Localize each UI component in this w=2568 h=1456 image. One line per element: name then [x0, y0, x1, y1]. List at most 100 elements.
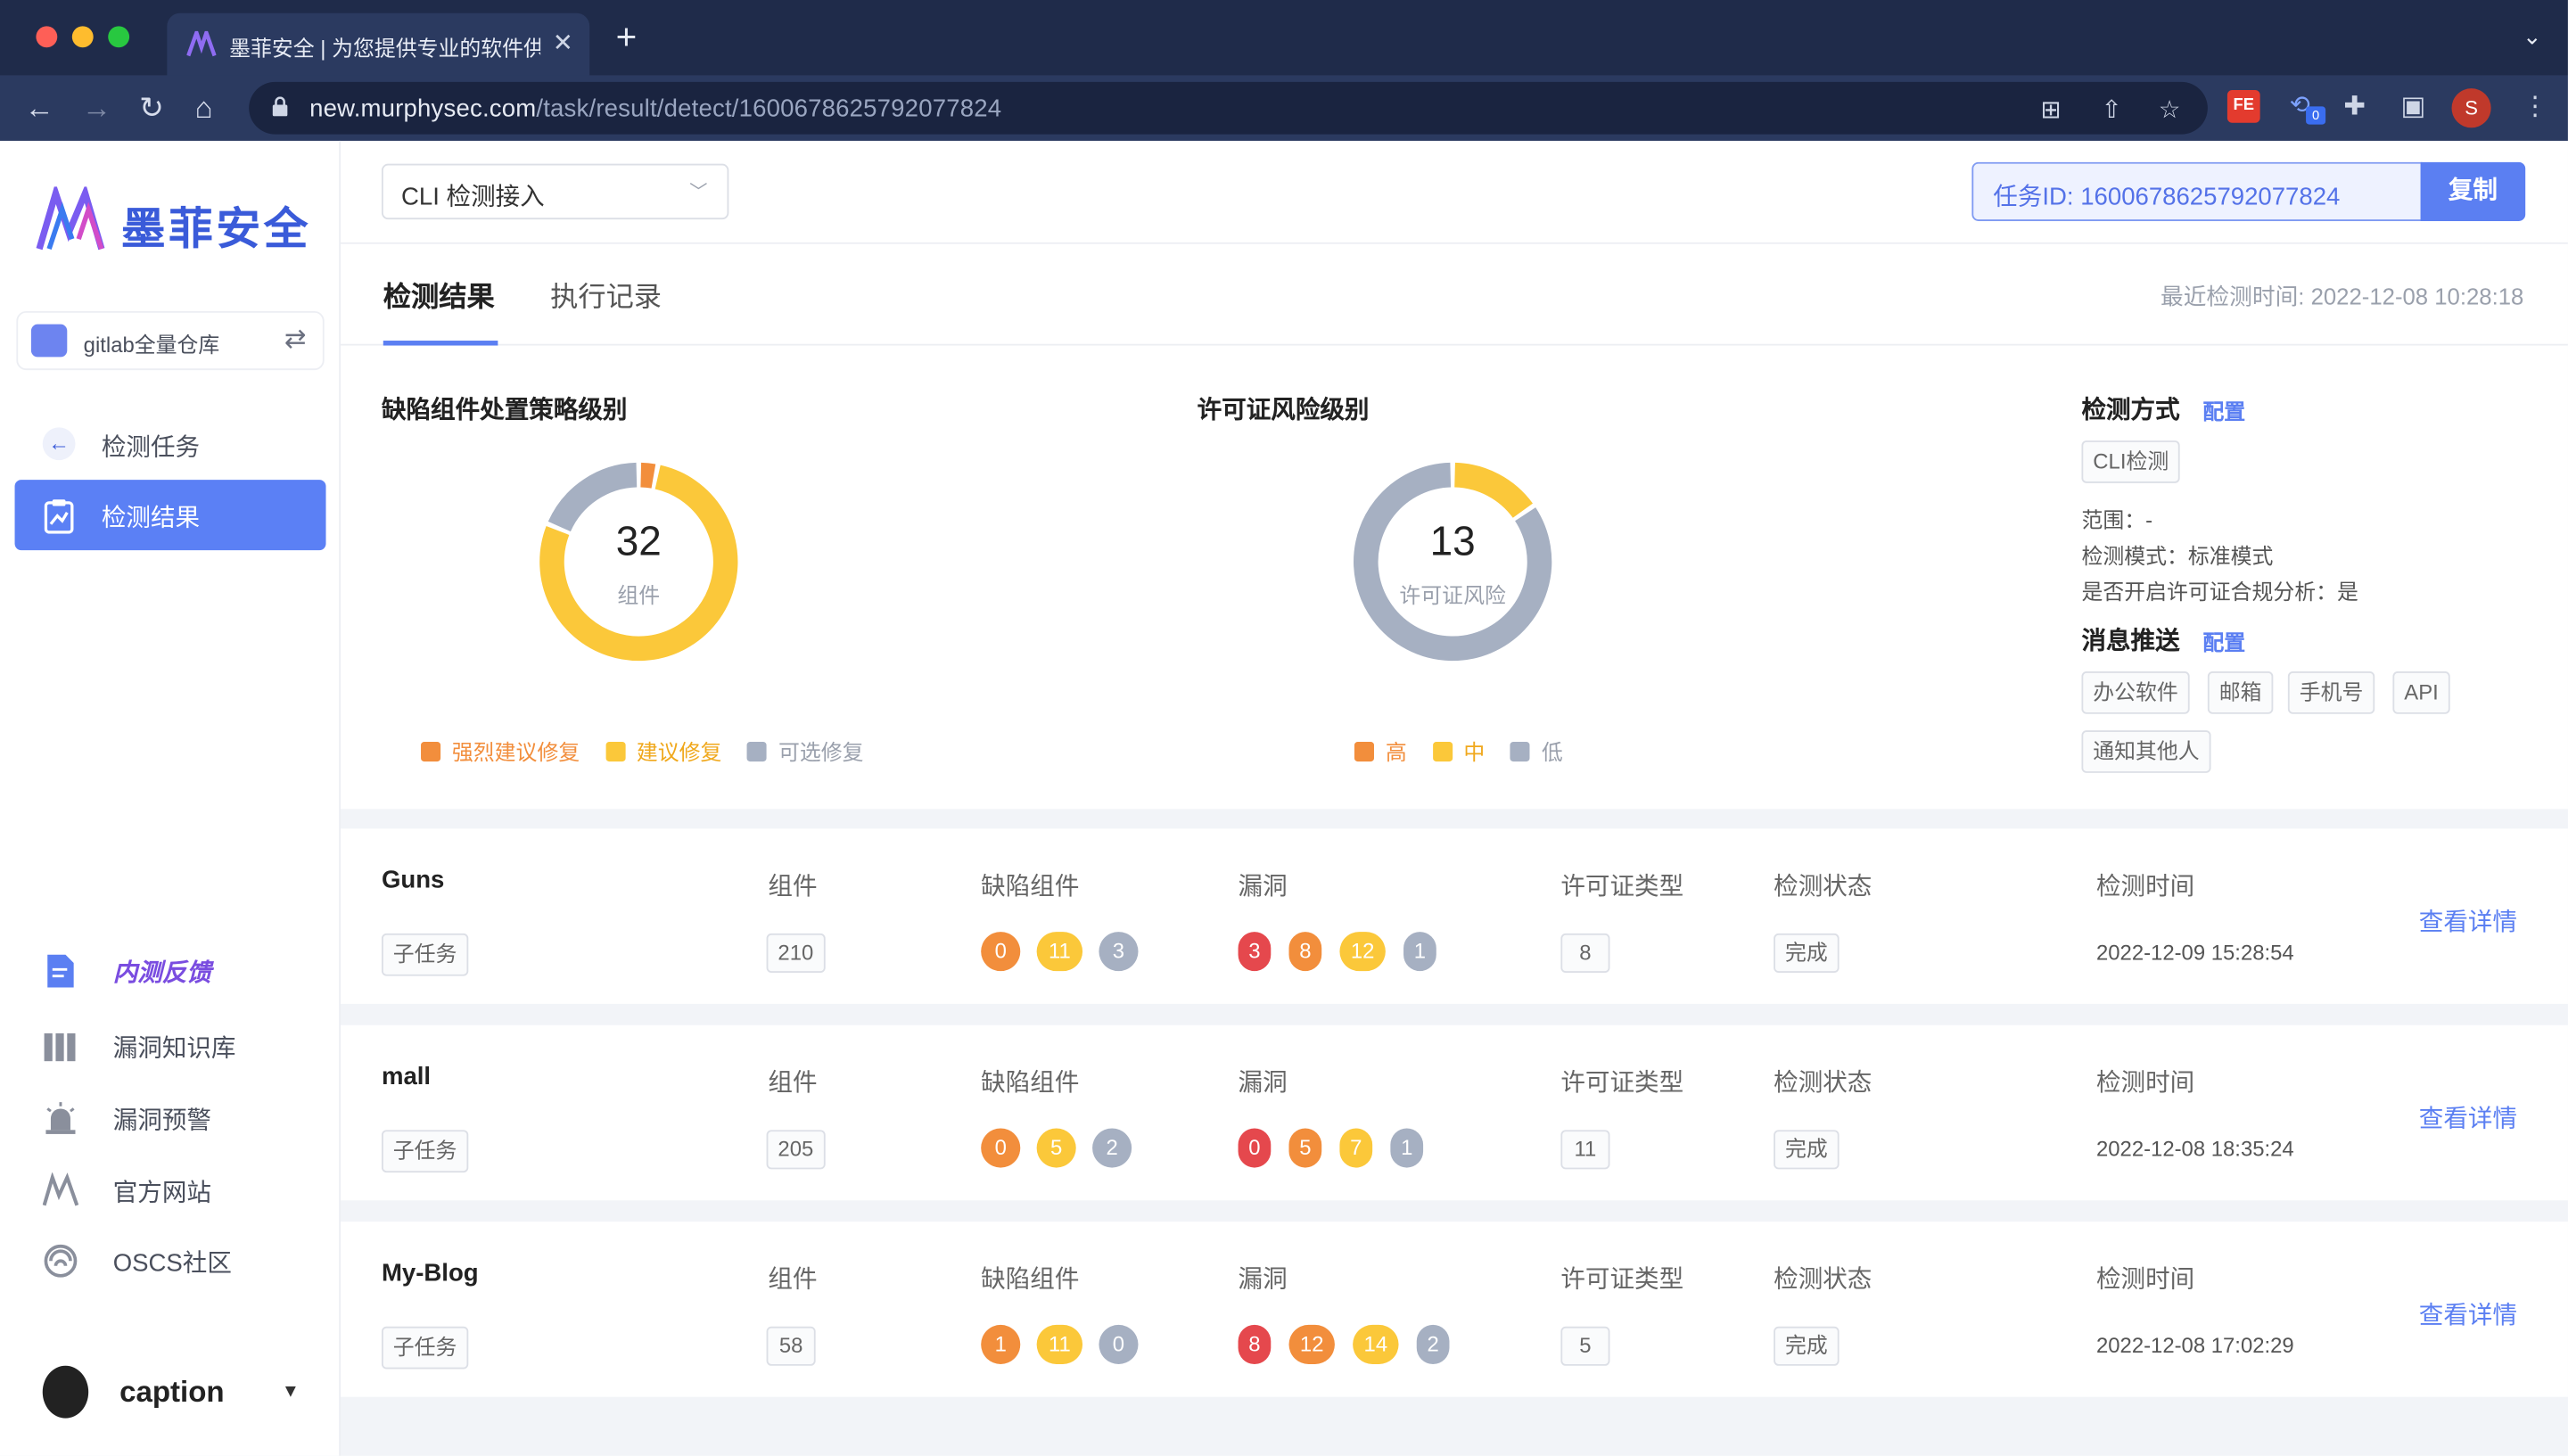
extension-count-badge: 0: [2306, 106, 2326, 125]
view-details-link[interactable]: 查看详情: [2419, 1297, 2517, 1332]
tab-exec-records[interactable]: 执行记录: [550, 274, 662, 315]
copy-button[interactable]: 复制: [2420, 161, 2526, 221]
detect-mode-text: 检测模式：标准模式: [2081, 543, 2274, 569]
vuln-count-pill: 7: [1339, 1128, 1373, 1168]
cli-detect-tag: CLI检测: [2081, 440, 2181, 483]
vuln-count-pill: 12: [1339, 932, 1386, 972]
menu-item-label: 检测结果: [101, 504, 201, 532]
donut-slice-强烈建议修复[interactable]: [640, 462, 656, 489]
swap-icon[interactable]: ⇄: [284, 323, 307, 356]
table-row: Guns 子任务 组件 缺陷组件 漏洞 许可证类型 检测状态 检测时间 210 0 11 3 3 8 12 1…: [341, 828, 2568, 1004]
more-menu-icon[interactable]: ⋮: [2523, 90, 2548, 123]
close-tab-icon[interactable]: ✕: [553, 28, 573, 57]
legend-swatch: [605, 742, 625, 762]
detect-source-select[interactable]: CLI 检测接入 ﹀: [381, 163, 729, 220]
user-menu[interactable]: caption ▼: [42, 1362, 325, 1427]
status-badge: 完成: [1774, 1130, 1840, 1170]
url-path: /task/result/detect/1600678625792077824: [536, 95, 1002, 123]
col-header-license-types: 许可证类型: [1560, 1265, 1684, 1294]
legend-item-strong[interactable]: 强烈建议修复: [421, 736, 580, 767]
task-id-text: 任务ID: 1600678625792077824: [1993, 183, 2341, 211]
task-id-field[interactable]: 任务ID: 1600678625792077824: [1971, 161, 2423, 221]
license-type-count: 8: [1560, 933, 1610, 973]
extension-sync-icon[interactable]: ⟲ 0: [2290, 90, 2326, 125]
address-bar[interactable]: new.murphysec.com/task/result/detect/160…: [249, 81, 2208, 135]
legend-swatch: [421, 742, 441, 762]
legend-item-low[interactable]: 低: [1510, 736, 1563, 767]
home-icon[interactable]: ⌂: [195, 90, 213, 126]
legend-swatch: [747, 742, 768, 762]
menu-item-label: 检测任务: [101, 433, 201, 462]
fe-extension-icon[interactable]: FE: [2226, 90, 2260, 123]
license-type-count: 5: [1560, 1326, 1610, 1366]
sidebar-link-feedback[interactable]: 内测反馈: [43, 950, 325, 992]
sidebar-link-vuln-db[interactable]: 漏洞知识库: [43, 1025, 325, 1068]
chevron-down-icon: ﹀: [689, 183, 708, 203]
col-header-status: 检测状态: [1774, 1069, 1872, 1098]
project-name: gitlab全量仓库: [83, 332, 220, 358]
close-window-button[interactable]: [36, 26, 58, 48]
vuln-count-pill: 1: [1390, 1128, 1424, 1168]
browser-toolbar: ← → ↻ ⌂ new.murphysec.com/task/result/de…: [0, 75, 2568, 141]
menu-item-detect-tasks[interactable]: ← 检测任务: [42, 426, 325, 465]
donut-slice-中[interactable]: [1453, 462, 1533, 519]
detect-time: 2022-12-09 15:28:54: [2095, 940, 2294, 965]
defect-count-pill: 11: [1036, 1324, 1083, 1364]
push-config-link[interactable]: 配置: [2202, 626, 2245, 657]
browser-tab[interactable]: 墨菲安全 | 为您提供专业的软件供 ✕: [167, 12, 590, 76]
side-panel-icon[interactable]: ▣: [2401, 90, 2426, 123]
subtask-tag: 子任务: [381, 1326, 469, 1370]
legend-item-optional[interactable]: 可选修复: [747, 736, 863, 767]
reload-icon[interactable]: ↻: [139, 90, 164, 126]
alarm-light-icon: [45, 1102, 76, 1134]
legend-item-high[interactable]: 高: [1354, 736, 1407, 767]
status-badge: 完成: [1774, 933, 1840, 973]
legend-swatch: [1510, 742, 1530, 762]
defect-count-pill: 1: [981, 1324, 1021, 1364]
chevron-down-icon[interactable]: ⌄: [2523, 23, 2542, 51]
feedback-doc-icon: [47, 954, 74, 988]
view-details-link[interactable]: 查看详情: [2419, 904, 2517, 939]
col-header-time: 检测时间: [2095, 1265, 2195, 1294]
brand-logo[interactable]: 墨菲安全: [36, 182, 308, 260]
push-tag-email: 邮箱: [2207, 671, 2274, 714]
oscs-community-icon: [44, 1244, 78, 1278]
menu-item-detect-results[interactable]: 检测结果: [14, 480, 326, 551]
legend-item-recommended[interactable]: 建议修复: [605, 736, 721, 767]
detect-method-config-link[interactable]: 配置: [2202, 395, 2245, 426]
vuln-count-pill: 2: [1416, 1324, 1450, 1364]
back-arrow-icon[interactable]: ←: [25, 90, 54, 126]
maximize-window-button[interactable]: [108, 26, 130, 48]
sidebar-link-oscs[interactable]: OSCS社区: [43, 1239, 325, 1282]
col-header-license-types: 许可证类型: [1560, 1069, 1684, 1098]
new-tab-icon[interactable]: +: [616, 19, 638, 55]
legend-item-medium[interactable]: 中: [1432, 736, 1485, 767]
defect-donut-chart: 32 组件: [537, 460, 740, 663]
detect-time: 2022-12-08 18:35:24: [2095, 1136, 2294, 1162]
translate-icon[interactable]: ⊞: [2041, 95, 2062, 124]
table-row: My-Blog 子任务 组件 缺陷组件 漏洞 许可证类型 检测状态 检测时间 58 1 11 0 8 12…: [341, 1222, 2568, 1397]
subtask-tag: 子任务: [381, 933, 469, 976]
component-count: 210: [766, 933, 826, 973]
minimize-window-button[interactable]: [71, 26, 94, 48]
tabs-divider: [341, 343, 2568, 346]
tab-detect-results[interactable]: 检测结果: [383, 274, 495, 315]
vuln-count-pill: 1: [1403, 932, 1436, 972]
puzzle-extensions-icon[interactable]: ✚: [2343, 90, 2366, 123]
page-header: CLI 检测接入 ﹀ 任务ID: 1600678625792077824 复制: [341, 140, 2568, 244]
push-tag-notify-others: 通知其他人: [2081, 730, 2211, 773]
task-name: My-Blog: [381, 1259, 479, 1287]
col-header-defect: 缺陷组件: [981, 1069, 1080, 1098]
share-icon[interactable]: ⇧: [2101, 95, 2121, 124]
push-tag-office: 办公软件: [2081, 671, 2190, 714]
view-details-link[interactable]: 查看详情: [2419, 1100, 2517, 1135]
sidebar-link-official-site[interactable]: 官方网站: [42, 1169, 325, 1212]
defect-count-pill: 0: [1099, 1324, 1139, 1364]
legend-label: 建议修复: [636, 740, 722, 765]
col-header-vulns: 漏洞: [1238, 1069, 1288, 1098]
sidebar-link-vuln-alert[interactable]: 漏洞预警: [43, 1098, 325, 1140]
profile-avatar[interactable]: S: [2451, 88, 2491, 128]
project-switcher[interactable]: gitlab全量仓库 ⇄: [16, 310, 325, 371]
forward-arrow-icon[interactable]: →: [82, 90, 111, 126]
bookmark-star-icon[interactable]: ☆: [2159, 95, 2181, 124]
